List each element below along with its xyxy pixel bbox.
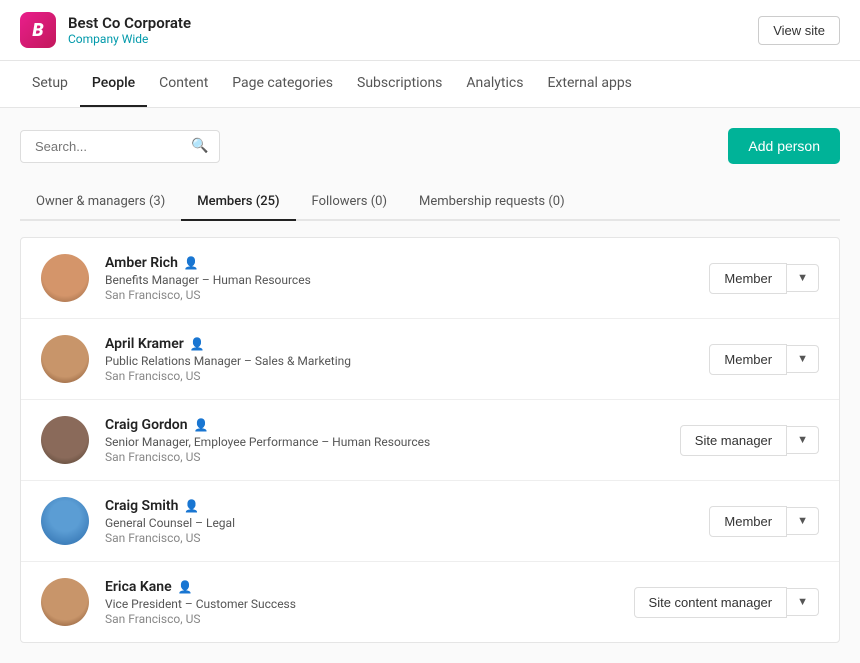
company-sub: Company Wide [68,32,758,46]
tab-membership-requests[interactable]: Membership requests (0) [403,184,581,221]
avatar [41,578,89,626]
person-actions: Member ▼ [709,344,819,375]
role-button[interactable]: Member [709,344,787,375]
app-container: B Best Co Corporate Company Wide View si… [0,0,860,663]
role-dropdown-button[interactable]: ▼ [787,264,819,292]
toolbar: 🔍 Add person [20,128,840,164]
person-actions: Member ▼ [709,263,819,294]
tabs: Owner & managers (3) Members (25) Follow… [20,184,840,221]
header: B Best Co Corporate Company Wide View si… [0,0,860,61]
person-location: San Francisco, US [105,450,680,464]
person-icon: 👤 [178,580,193,594]
nav-item-people[interactable]: People [80,61,147,107]
tab-followers[interactable]: Followers (0) [296,184,404,221]
person-row: Amber Rich 👤 Benefits Manager – Human Re… [21,238,839,319]
role-dropdown-button[interactable]: ▼ [787,426,819,454]
person-actions: Site manager ▼ [680,425,819,456]
nav-item-analytics[interactable]: Analytics [454,61,535,107]
role-button[interactable]: Member [709,263,787,294]
view-site-button[interactable]: View site [758,16,840,45]
role-dropdown-button[interactable]: ▼ [787,588,819,616]
person-actions: Site content manager ▼ [634,587,819,618]
avatar [41,335,89,383]
person-name: April Kramer 👤 [105,336,709,352]
person-name: Craig Gordon 👤 [105,417,680,433]
person-info: Craig Gordon 👤 Senior Manager, Employee … [105,417,680,464]
tab-members[interactable]: Members (25) [181,184,295,221]
person-row: Craig Smith 👤 General Counsel – Legal Sa… [21,481,839,562]
person-location: San Francisco, US [105,531,709,545]
person-role: General Counsel – Legal [105,516,709,530]
add-person-button[interactable]: Add person [728,128,840,164]
person-icon: 👤 [184,499,199,513]
person-location: San Francisco, US [105,369,709,383]
person-info: Erica Kane 👤 Vice President – Customer S… [105,579,634,626]
person-location: San Francisco, US [105,612,634,626]
person-icon: 👤 [194,418,209,432]
person-role: Vice President – Customer Success [105,597,634,611]
person-icon: 👤 [190,337,205,351]
nav-item-external-apps[interactable]: External apps [535,61,643,107]
tab-owners[interactable]: Owner & managers (3) [20,184,181,221]
company-name: Best Co Corporate [68,14,758,32]
person-name: Amber Rich 👤 [105,255,709,271]
search-input[interactable] [31,131,191,162]
role-dropdown-button[interactable]: ▼ [787,345,819,373]
person-row: Erica Kane 👤 Vice President – Customer S… [21,562,839,642]
search-box: 🔍 [20,130,220,163]
logo-mark: B [20,12,56,48]
people-list: Amber Rich 👤 Benefits Manager – Human Re… [20,237,840,643]
person-actions: Member ▼ [709,506,819,537]
role-button[interactable]: Site content manager [634,587,788,618]
person-row: April Kramer 👤 Public Relations Manager … [21,319,839,400]
person-role: Public Relations Manager – Sales & Marke… [105,354,709,368]
avatar [41,416,89,464]
person-role: Senior Manager, Employee Performance – H… [105,435,680,449]
person-info: Amber Rich 👤 Benefits Manager – Human Re… [105,255,709,302]
person-role: Benefits Manager – Human Resources [105,273,709,287]
person-location: San Francisco, US [105,288,709,302]
role-button[interactable]: Member [709,506,787,537]
nav-item-subscriptions[interactable]: Subscriptions [345,61,454,107]
nav-item-setup[interactable]: Setup [20,61,80,107]
nav-item-page-categories[interactable]: Page categories [220,61,345,107]
nav-item-content[interactable]: Content [147,61,220,107]
person-name: Erica Kane 👤 [105,579,634,595]
search-icon: 🔍 [191,138,208,154]
content-area: 🔍 Add person Owner & managers (3) Member… [0,108,860,663]
role-button[interactable]: Site manager [680,425,787,456]
person-row: Craig Gordon 👤 Senior Manager, Employee … [21,400,839,481]
person-info: Craig Smith 👤 General Counsel – Legal Sa… [105,498,709,545]
avatar [41,254,89,302]
role-dropdown-button[interactable]: ▼ [787,507,819,535]
main-nav: Setup People Content Page categories Sub… [0,61,860,108]
person-name: Craig Smith 👤 [105,498,709,514]
header-title: Best Co Corporate Company Wide [68,14,758,46]
person-icon: 👤 [184,256,199,270]
avatar [41,497,89,545]
person-info: April Kramer 👤 Public Relations Manager … [105,336,709,383]
